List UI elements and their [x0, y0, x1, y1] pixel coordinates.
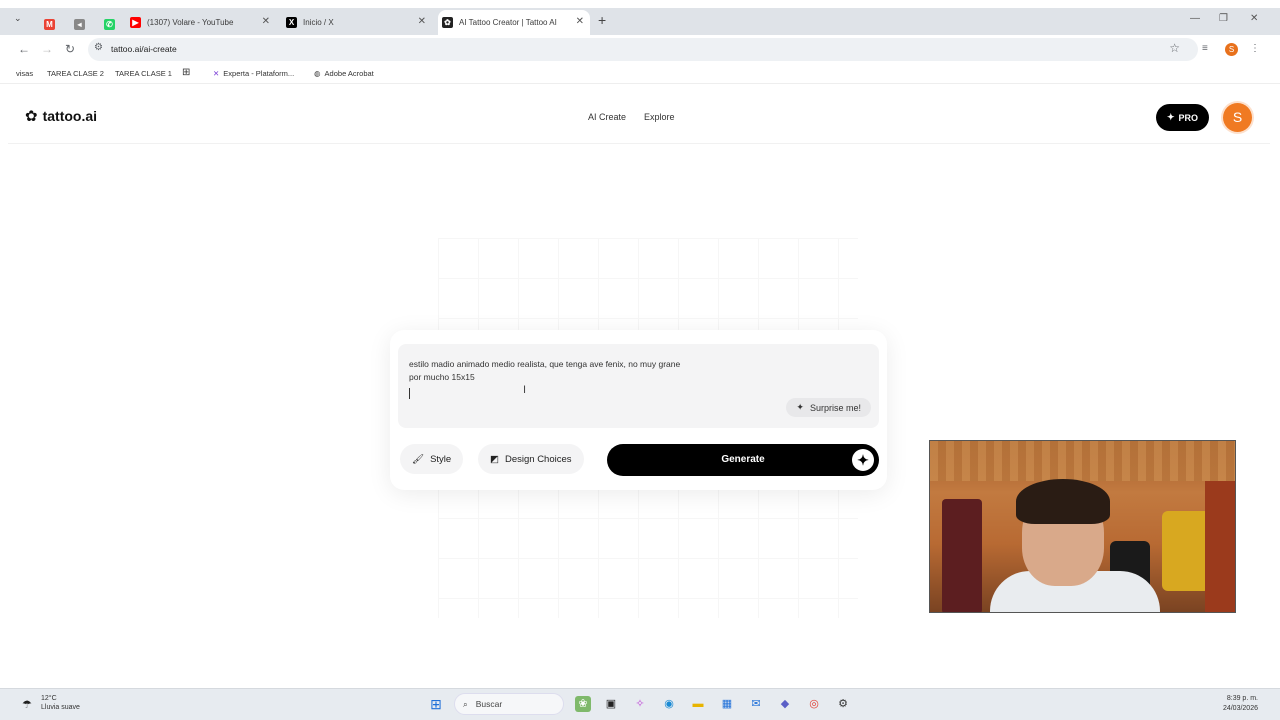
surprise-me-button[interactable]: ✦ Surprise me!: [786, 398, 871, 417]
profile-avatar[interactable]: S: [1225, 43, 1238, 56]
close-tab-icon[interactable]: ✕: [576, 16, 584, 27]
browser-toolbar: ← → ↻ ⚙ tattoo.ai/ai-create ☆ ≡ ⋮: [0, 35, 1280, 64]
sparkles-icon: ✦: [796, 402, 804, 412]
weather-widget[interactable]: 12°C Lluvia suave: [41, 694, 80, 712]
user-avatar[interactable]: S: [1223, 103, 1252, 132]
nav-explore[interactable]: Explore: [644, 112, 675, 122]
prompt-input[interactable]: estilo madio animado medio realista, que…: [398, 344, 879, 428]
bookmark-item[interactable]: TAREA CLASE 1: [115, 69, 172, 78]
bookmarks-bar: visas TAREA CLASE 2 TAREA CLASE 1 ⊞ ✕ Exp…: [0, 64, 1280, 84]
text-caret: [409, 388, 410, 399]
weather-condition: Lluvia suave: [41, 704, 80, 711]
bookmark-item[interactable]: ✕ Experta - Plataform...: [213, 69, 294, 78]
menu-icon[interactable]: ⋮: [1250, 43, 1260, 54]
tab-tattoo-ai[interactable]: ✿ AI Tattoo Creator | Tattoo AI ✕: [438, 10, 590, 35]
date: 24/03/2026: [1222, 705, 1258, 712]
forward-icon[interactable]: →: [41, 42, 53, 56]
app-icon[interactable]: ⚙: [835, 696, 851, 712]
tab-x[interactable]: X Inicio / X ✕: [282, 10, 432, 35]
search-label: Buscar: [475, 699, 503, 709]
surprise-label: Surprise me!: [809, 402, 861, 413]
weather-rain-icon[interactable]: ☂: [22, 698, 32, 711]
windows-start-icon[interactable]: ⊞: [428, 696, 444, 712]
pro-button[interactable]: ✦ PRO: [1156, 104, 1209, 131]
whatsapp-tab-icon[interactable]: ✆: [100, 12, 121, 37]
outlook-icon[interactable]: ✉: [748, 696, 764, 712]
teams-icon[interactable]: ◆: [777, 696, 793, 712]
mute-tab-icon[interactable]: ◂: [70, 12, 91, 37]
restore-icon[interactable]: ❐: [1219, 13, 1228, 24]
plus-sparkle-icon: ✦: [852, 449, 874, 471]
site-logo[interactable]: ✿ tattoo.ai: [25, 108, 97, 124]
bookmark-label: Experta - Plataform...: [223, 69, 295, 78]
bookmark-item[interactable]: TAREA CLASE 2: [47, 69, 104, 78]
youtube-icon: ▶: [130, 17, 141, 28]
prompt-text[interactable]: estilo madio animado medio realista, que…: [409, 358, 769, 384]
address-bar[interactable]: ⚙ tattoo.ai/ai-create ☆: [88, 38, 1198, 61]
tab-title: AI Tattoo Creator | Tattoo AI: [459, 18, 557, 27]
nav-ai-create[interactable]: AI Create: [588, 112, 626, 122]
bookmark-item[interactable]: ◍ Adobe Acrobat: [314, 69, 374, 78]
minimize-icon[interactable]: —: [1190, 13, 1200, 24]
logo-text: tattoo.ai: [42, 108, 98, 124]
temperature: 12°C: [41, 695, 57, 702]
webcam-ceiling: [930, 441, 1235, 481]
taskbar-search[interactable]: ⌕ Buscar: [454, 693, 564, 715]
tab-search-icon[interactable]: ≡: [1202, 43, 1208, 54]
close-window-icon[interactable]: ✕: [1250, 13, 1258, 24]
url-text[interactable]: tattoo.ai/ai-create: [111, 44, 177, 54]
site-header: ✿ tattoo.ai AI Create Explore ✦ PRO S: [8, 88, 1270, 144]
new-tab-icon[interactable]: +: [598, 12, 606, 28]
tab-search-chevron-icon[interactable]: ⌄: [14, 13, 22, 24]
style-label: Style: [430, 453, 452, 465]
generate-button[interactable]: Generate ✦: [607, 444, 879, 476]
back-icon[interactable]: ←: [18, 42, 30, 56]
store-icon[interactable]: ▦: [719, 696, 735, 712]
bookmark-star-icon[interactable]: ☆: [1169, 41, 1180, 55]
apps-grid-icon[interactable]: ⊞: [182, 67, 190, 78]
webcam-door: [1205, 481, 1235, 612]
tab-title: (1307) Volare - YouTube: [147, 18, 234, 27]
gmail-tab-icon[interactable]: M: [40, 12, 61, 37]
windows-taskbar: ☂ 12°C Lluvia suave ⊞ ⌕ Buscar ❀ ▣ ✧ ◉ ▬…: [0, 688, 1280, 720]
search-icon: ⌕: [463, 698, 468, 709]
bookmark-item[interactable]: visas: [16, 69, 33, 78]
style-button[interactable]: 🖌 Style: [400, 444, 464, 474]
file-explorer-icon[interactable]: ▬: [690, 696, 706, 712]
webcam-person-hair: [1016, 479, 1110, 524]
bookmark-label: Adobe Acrobat: [324, 69, 374, 78]
globe-icon: ◍: [314, 69, 321, 78]
x-icon: X: [286, 17, 297, 28]
main-nav: AI Create Explore: [588, 112, 675, 122]
shapes-icon: ◩: [490, 453, 499, 465]
create-card: estilo madio animado medio realista, que…: [390, 330, 887, 490]
task-view-icon[interactable]: ▣: [603, 696, 619, 712]
sparkle-icon: ✦: [1166, 112, 1175, 122]
reload-icon[interactable]: ↻: [65, 42, 75, 56]
chrome-icon[interactable]: ◎: [806, 696, 822, 712]
tab-title: Inicio / X: [303, 18, 334, 27]
webcam-jacket: [942, 499, 982, 612]
webcam-shirt: [1162, 511, 1210, 591]
site-info-icon[interactable]: ⚙: [94, 42, 103, 53]
design-choices-button[interactable]: ◩ Design Choices: [478, 444, 584, 474]
experta-icon: ✕: [213, 69, 220, 78]
close-tab-icon[interactable]: ✕: [262, 16, 270, 27]
close-tab-icon[interactable]: ✕: [418, 16, 426, 27]
edge-icon[interactable]: ◉: [661, 696, 677, 712]
text-cursor-icon: I: [523, 384, 527, 396]
browser-tab-bar: ⌄ M ◂ ✆ ▶ (1307) Volare - YouTube ✕ X In…: [0, 8, 1280, 35]
widgets-icon[interactable]: ❀: [575, 696, 591, 712]
brush-icon: 🖌: [412, 453, 425, 465]
system-clock[interactable]: 8:39 p. m. 24/03/2026: [1210, 694, 1258, 714]
copilot-icon[interactable]: ✧: [632, 696, 648, 712]
generate-label: Generate: [721, 454, 765, 465]
pro-label: PRO: [1178, 112, 1199, 123]
design-choices-label: Design Choices: [504, 453, 572, 465]
tattoo-icon: ✿: [442, 17, 453, 28]
flower-logo-icon: ✿: [25, 107, 38, 125]
webcam-overlay: [929, 440, 1236, 613]
tab-youtube[interactable]: ▶ (1307) Volare - YouTube ✕: [126, 10, 276, 35]
time: 8:39 p. m.: [1226, 695, 1258, 702]
